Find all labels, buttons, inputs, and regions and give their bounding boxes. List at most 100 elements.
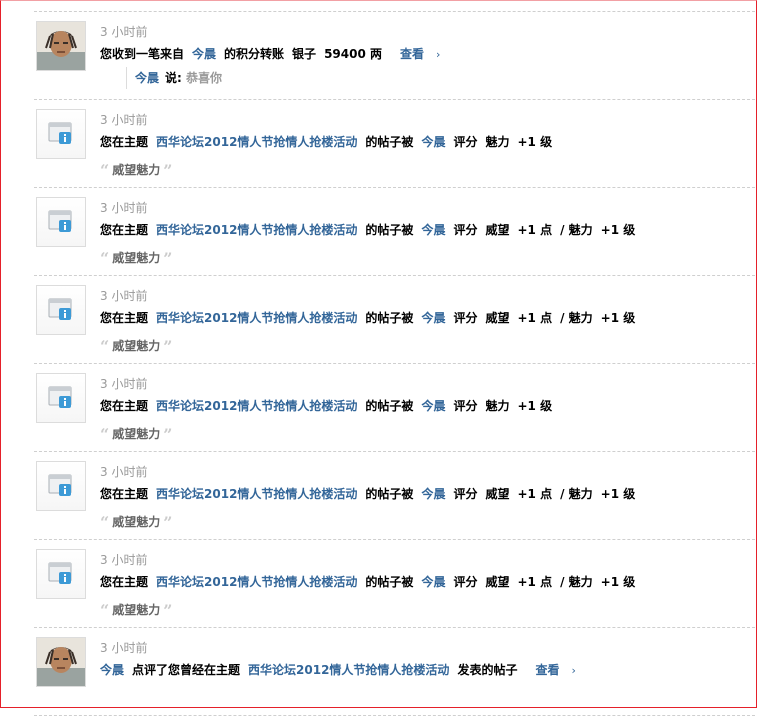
notice-text: 您在主题 西华论坛2012情人节抢情人抢楼活动 的帖子被 今晨 评分 威望 +1 点 / 魅力… [100,573,643,590]
amount-value: 59400 两 [324,47,382,61]
open-quote-icon: “ [100,337,110,356]
score-label: 威望 [485,223,510,237]
thread-link[interactable]: 西华论坛2012情人节抢情人抢楼活动 [248,663,449,677]
notice-text: 您在主题 西华论坛2012情人节抢情人抢楼活动 的帖子被 今晨 评分 威望 +1 点 / 魅力… [100,485,643,502]
score-value: +1 点 [517,311,553,325]
user-avatar-icon[interactable] [36,21,86,71]
system-notice-icon [36,373,86,423]
text-segment: 的积分转账 [224,47,285,61]
notice-time: 3 小时前 [100,289,148,303]
score-label: 魅力 [485,399,510,413]
notice-item: 3 小时前 您在主题 西华论坛2012情人节抢情人抢楼活动 的帖子被 今晨 评分 威望 +1… [34,540,755,628]
close-quote-icon: ” [163,513,173,532]
thread-link[interactable]: 西华论坛2012情人节抢情人抢楼活动 [156,399,357,413]
user-link[interactable]: 今晨 [135,71,159,85]
user-link[interactable]: 今晨 [421,135,445,149]
user-link[interactable]: 今晨 [192,47,216,61]
user-link[interactable]: 今晨 [421,223,445,237]
user-link[interactable]: 今晨 [421,575,445,589]
text-segment: 您在主题 [100,311,149,325]
notice-item: 3 小时前 您收到一笔来自 今晨 的积分转账 银子 59400 两查看 › 今晨 说: 恭喜… [34,12,755,100]
notice-list: 3 小时前 您收到一笔来自 今晨 的积分转账 银子 59400 两查看 › 今晨 说: 恭喜… [34,12,755,716]
system-notice-icon [36,109,86,159]
user-link[interactable]: 今晨 [100,663,124,677]
close-quote-icon: ” [163,337,173,356]
rating-reason: “威望魅力” [100,161,172,180]
score-label: / 魅力 [560,575,593,589]
reason-text: 威望魅力 [112,427,161,441]
rating-reason: “威望魅力” [100,425,172,444]
text-segment: 您收到一笔来自 [100,47,185,61]
view-link-label: 查看 [400,47,425,61]
reason-text: 威望魅力 [112,603,161,617]
notice-time: 3 小时前 [100,553,148,567]
text-segment: 您在主题 [100,399,149,413]
notice-text: 您在主题 西华论坛2012情人节抢情人抢楼活动 的帖子被 今晨 评分 魅力 +1 级 [100,397,560,414]
notice-time: 3 小时前 [100,641,148,655]
system-notice-icon [36,285,86,335]
score-label: / 魅力 [560,487,593,501]
text-segment: 的帖子被 [365,311,414,325]
rating-reason: “威望魅力” [100,337,172,356]
notice-text: 您在主题 西华论坛2012情人节抢情人抢楼活动 的帖子被 今晨 评分 威望 +1 点 / 魅力… [100,221,643,238]
user-link[interactable]: 今晨 [421,399,445,413]
score-value: +1 点 [517,223,553,237]
notice-text: 您在主题 西华论坛2012情人节抢情人抢楼活动 的帖子被 今晨 评分 魅力 +1 级 [100,133,560,150]
text-segment: 评分 [453,487,478,501]
text-segment: 您在主题 [100,575,149,589]
text-segment: 评分 [453,135,478,149]
text-segment: 发表的帖子 [457,663,518,677]
thread-link[interactable]: 西华论坛2012情人节抢情人抢楼活动 [156,575,357,589]
user-link[interactable]: 今晨 [421,487,445,501]
reply-text: 恭喜你 [186,71,223,85]
score-value: +1 级 [517,135,553,149]
score-value: +1 点 [517,487,553,501]
open-quote-icon: “ [100,601,110,620]
thread-link[interactable]: 西华论坛2012情人节抢情人抢楼活动 [156,487,357,501]
score-label: 威望 [485,311,510,325]
rating-reason: “威望魅力” [100,513,172,532]
open-quote-icon: “ [100,161,110,180]
system-notice-icon [36,549,86,599]
notice-text: 您在主题 西华论坛2012情人节抢情人抢楼活动 的帖子被 今晨 评分 威望 +1 点 / 魅力… [100,309,643,326]
text-segment: 您在主题 [100,487,149,501]
view-link[interactable]: 查看 › [400,47,448,61]
text-segment: 评分 [453,223,478,237]
notice-item: 3 小时前 您在主题 西华论坛2012情人节抢情人抢楼活动 的帖子被 今晨 评分 魅力 +1… [34,100,755,188]
thread-link[interactable]: 西华论坛2012情人节抢情人抢楼活动 [156,311,357,325]
notice-text: 您收到一笔来自 今晨 的积分转账 银子 59400 两 查看 › [100,45,456,62]
notice-item: 3 小时前 您在主题 西华论坛2012情人节抢情人抢楼活动 的帖子被 今晨 评分 威望 +1… [34,452,755,540]
close-quote-icon: ” [163,425,173,444]
open-quote-icon: “ [100,513,110,532]
score-value: +1 级 [517,399,553,413]
rating-reason: “威望魅力” [100,249,172,268]
score-label: / 魅力 [560,311,593,325]
score-value: +1 级 [600,223,636,237]
score-value: +1 级 [600,575,636,589]
score-label: / 魅力 [560,223,593,237]
notice-time: 3 小时前 [100,113,148,127]
notice-text: 今晨 点评了您曾经在主题 西华论坛2012情人节抢情人抢楼活动 发表的帖子 查看 › [100,661,592,678]
score-value: +1 点 [517,575,553,589]
user-avatar-icon[interactable] [36,637,86,687]
text-segment: 评分 [453,575,478,589]
text-segment: 评分 [453,311,478,325]
chevron-right-icon: › [436,48,441,61]
user-link[interactable]: 今晨 [421,311,445,325]
system-notice-icon [36,197,86,247]
view-link-label: 查看 [535,663,560,677]
thread-link[interactable]: 西华论坛2012情人节抢情人抢楼活动 [156,135,357,149]
open-quote-icon: “ [100,249,110,268]
close-quote-icon: ” [163,161,173,180]
score-label: 魅力 [485,135,510,149]
text-segment: 的帖子被 [365,575,414,589]
text-segment: 的帖子被 [365,487,414,501]
notice-time: 3 小时前 [100,465,148,479]
system-notice-icon [36,461,86,511]
thread-link[interactable]: 西华论坛2012情人节抢情人抢楼活动 [156,223,357,237]
text-segment: 您在主题 [100,223,149,237]
view-link[interactable]: 查看 › [535,663,583,677]
reply-said: 说: [165,71,182,85]
notice-item: 3 小时前 您在主题 西华论坛2012情人节抢情人抢楼活动 的帖子被 今晨 评分 威望 +1… [34,276,755,364]
rating-reason: “威望魅力” [100,601,172,620]
